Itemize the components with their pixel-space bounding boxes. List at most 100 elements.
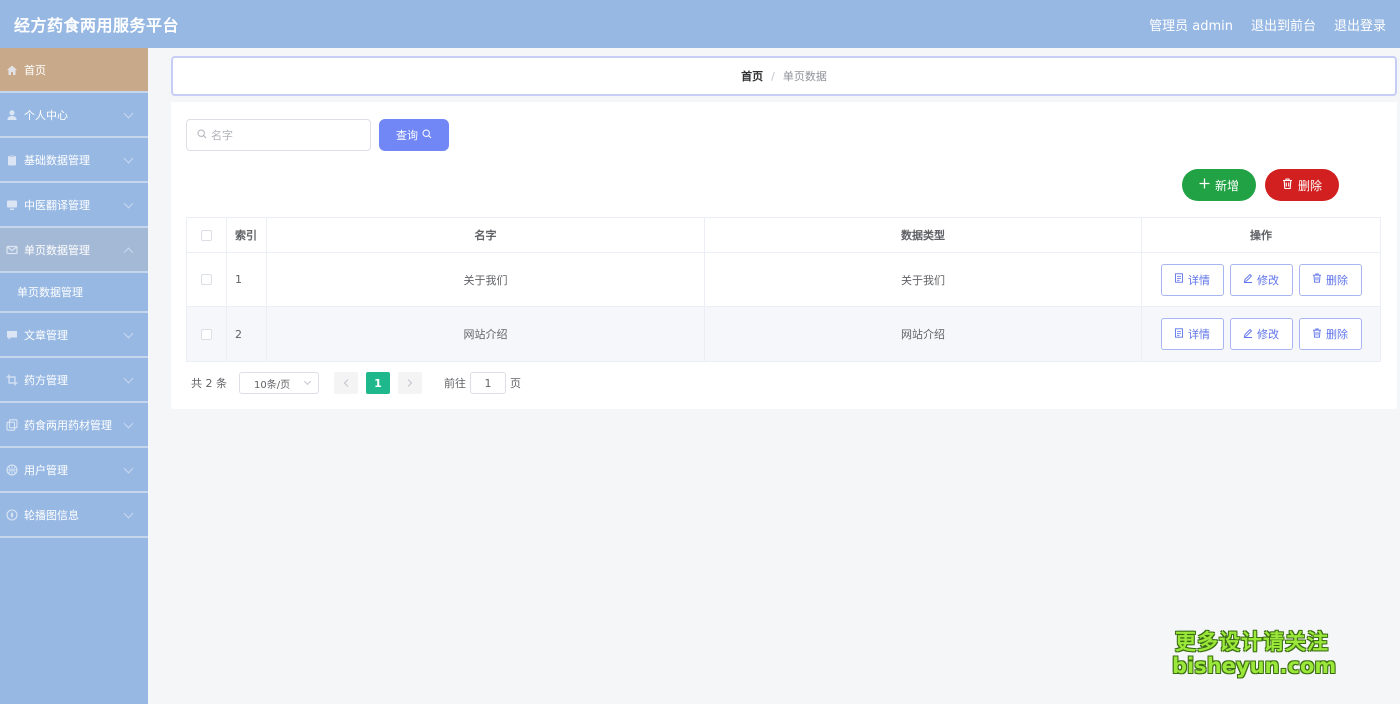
main-panel: 查询 新增 删除 索引 名字 数据类型 操作 1 关于我们 关于我们 (171, 102, 1397, 409)
delete-button[interactable]: 删除 (1298, 263, 1362, 296)
sidebar-item-herbs[interactable]: 药食两用药材管理 (0, 403, 148, 448)
user-icon (5, 108, 19, 122)
trash-icon (1312, 328, 1322, 341)
sidebar-item-articles[interactable]: 文章管理 (0, 313, 148, 358)
crop-icon (5, 373, 19, 387)
goto-prefix: 前往 (444, 377, 466, 390)
search-input[interactable] (211, 128, 361, 142)
row-name: 关于我们 (267, 253, 705, 306)
detail-button[interactable]: 详情 (1160, 263, 1224, 296)
table-header-row: 索引 名字 数据类型 操作 (187, 218, 1380, 253)
breadcrumb-home[interactable]: 首页 (741, 68, 763, 84)
query-button-label: 查询 (396, 129, 418, 142)
sidebar-item-label: 药方管理 (24, 373, 68, 387)
sidebar-subitem-single-page[interactable]: 单页数据管理 (0, 273, 148, 313)
chevron-down-icon (123, 373, 134, 384)
mail-icon (5, 243, 19, 257)
edit-button[interactable]: 修改 (1229, 318, 1293, 350)
sidebar-item-label: 轮播图信息 (24, 508, 79, 522)
document-icon (1174, 327, 1184, 341)
home-icon (5, 63, 19, 77)
add-button[interactable]: 新增 (1182, 169, 1256, 201)
pagination-total: 共 2 条 (191, 377, 227, 390)
page-number-current[interactable]: 1 (366, 372, 390, 394)
add-button-label: 新增 (1214, 178, 1239, 193)
trash-icon (1312, 273, 1322, 286)
next-page-button[interactable] (398, 372, 422, 394)
row-checkbox[interactable] (201, 274, 212, 285)
clipboard-icon (5, 153, 19, 167)
header-name: 名字 (267, 218, 705, 252)
row-index: 2 (227, 307, 267, 361)
plus-icon (1199, 178, 1210, 192)
page-size-select[interactable]: 10条/页 (239, 372, 319, 394)
chat-icon (5, 328, 19, 342)
header-links: 管理员 admin 退出到前台 退出登录 (1149, 15, 1386, 34)
chevron-up-icon (123, 247, 134, 258)
header-check-cell (187, 218, 227, 252)
header-index: 索引 (227, 218, 267, 252)
sidebar-item-label: 单页数据管理 (24, 243, 90, 257)
chevron-down-icon (123, 108, 134, 119)
delete-label: 删除 (1326, 273, 1348, 287)
header-type: 数据类型 (705, 218, 1142, 252)
sidebar-item-label: 基础数据管理 (24, 153, 90, 167)
edit-button[interactable]: 修改 (1229, 263, 1293, 296)
edit-icon (1243, 328, 1253, 341)
sidebar-item-label: 个人中心 (24, 108, 68, 122)
app-title: 经方药食两用服务平台 (14, 16, 180, 35)
goto-suffix: 页 (510, 377, 521, 390)
logout-link[interactable]: 退出登录 (1334, 15, 1386, 34)
row-name: 网站介绍 (267, 307, 705, 361)
row-ops: 详情 修改 删除 (1142, 253, 1380, 306)
sidebar-item-personal-center[interactable]: 个人中心 (0, 93, 148, 138)
edit-icon (1243, 273, 1253, 286)
monitor-icon (5, 198, 19, 212)
basketball-icon (5, 463, 19, 477)
delete-button-label: 删除 (1297, 178, 1322, 193)
trash-icon (1282, 178, 1293, 192)
search-icon (422, 128, 432, 142)
detail-label: 详情 (1188, 273, 1210, 287)
page-size-value: 10条/页 (254, 379, 291, 391)
sidebar-item-label: 首页 (24, 63, 46, 77)
prev-page-button[interactable] (334, 372, 358, 394)
chevron-down-icon (123, 463, 134, 474)
goto-page-input[interactable] (470, 372, 506, 394)
chevron-down-icon (123, 508, 134, 519)
chevron-down-icon (123, 153, 134, 164)
chevron-down-icon (303, 377, 312, 386)
top-header: 经方药食两用服务平台 管理员 admin 退出到前台 退出登录 (0, 0, 1400, 48)
query-button[interactable]: 查询 (379, 119, 449, 151)
sidebar-item-single-page[interactable]: 单页数据管理 (0, 228, 148, 273)
chevron-down-icon (123, 418, 134, 429)
chevron-right-icon (407, 377, 413, 390)
sidebar-item-label: 用户管理 (24, 463, 68, 477)
sidebar-item-prescriptions[interactable]: 药方管理 (0, 358, 148, 403)
sidebar-item-label: 文章管理 (24, 328, 68, 342)
detail-label: 详情 (1188, 328, 1210, 341)
batch-delete-button[interactable]: 删除 (1265, 169, 1339, 201)
search-field[interactable] (186, 119, 371, 151)
search-icon (197, 128, 207, 142)
chevron-down-icon (123, 198, 134, 209)
pagination: 共 2 条 10条/页 1 前往 页 (191, 372, 521, 394)
sidebar-item-carousel[interactable]: 轮播图信息 (0, 493, 148, 538)
chevron-down-icon (123, 328, 134, 339)
row-ops: 详情 修改 删除 (1142, 307, 1380, 361)
delete-button[interactable]: 删除 (1298, 318, 1362, 350)
sidebar-item-tcm-translation[interactable]: 中医翻译管理 (0, 183, 148, 228)
sidebar-item-basic-data[interactable]: 基础数据管理 (0, 138, 148, 183)
watermark-line1: 更多设计请关注 (1175, 630, 1329, 654)
detail-button[interactable]: 详情 (1160, 318, 1224, 350)
sidebar-item-users[interactable]: 用户管理 (0, 448, 148, 493)
sidebar-item-label: 单页数据管理 (17, 286, 83, 299)
goto-page: 前往 页 (444, 372, 521, 394)
select-all-checkbox[interactable] (201, 229, 212, 241)
sidebar-item-home[interactable]: 首页 (0, 48, 148, 93)
sidebar-item-label: 药食两用药材管理 (24, 418, 112, 432)
admin-user-link[interactable]: 管理员 admin (1149, 15, 1233, 34)
edit-label: 修改 (1257, 328, 1279, 341)
row-checkbox[interactable] (201, 328, 212, 340)
exit-to-front-link[interactable]: 退出到前台 (1251, 15, 1316, 34)
